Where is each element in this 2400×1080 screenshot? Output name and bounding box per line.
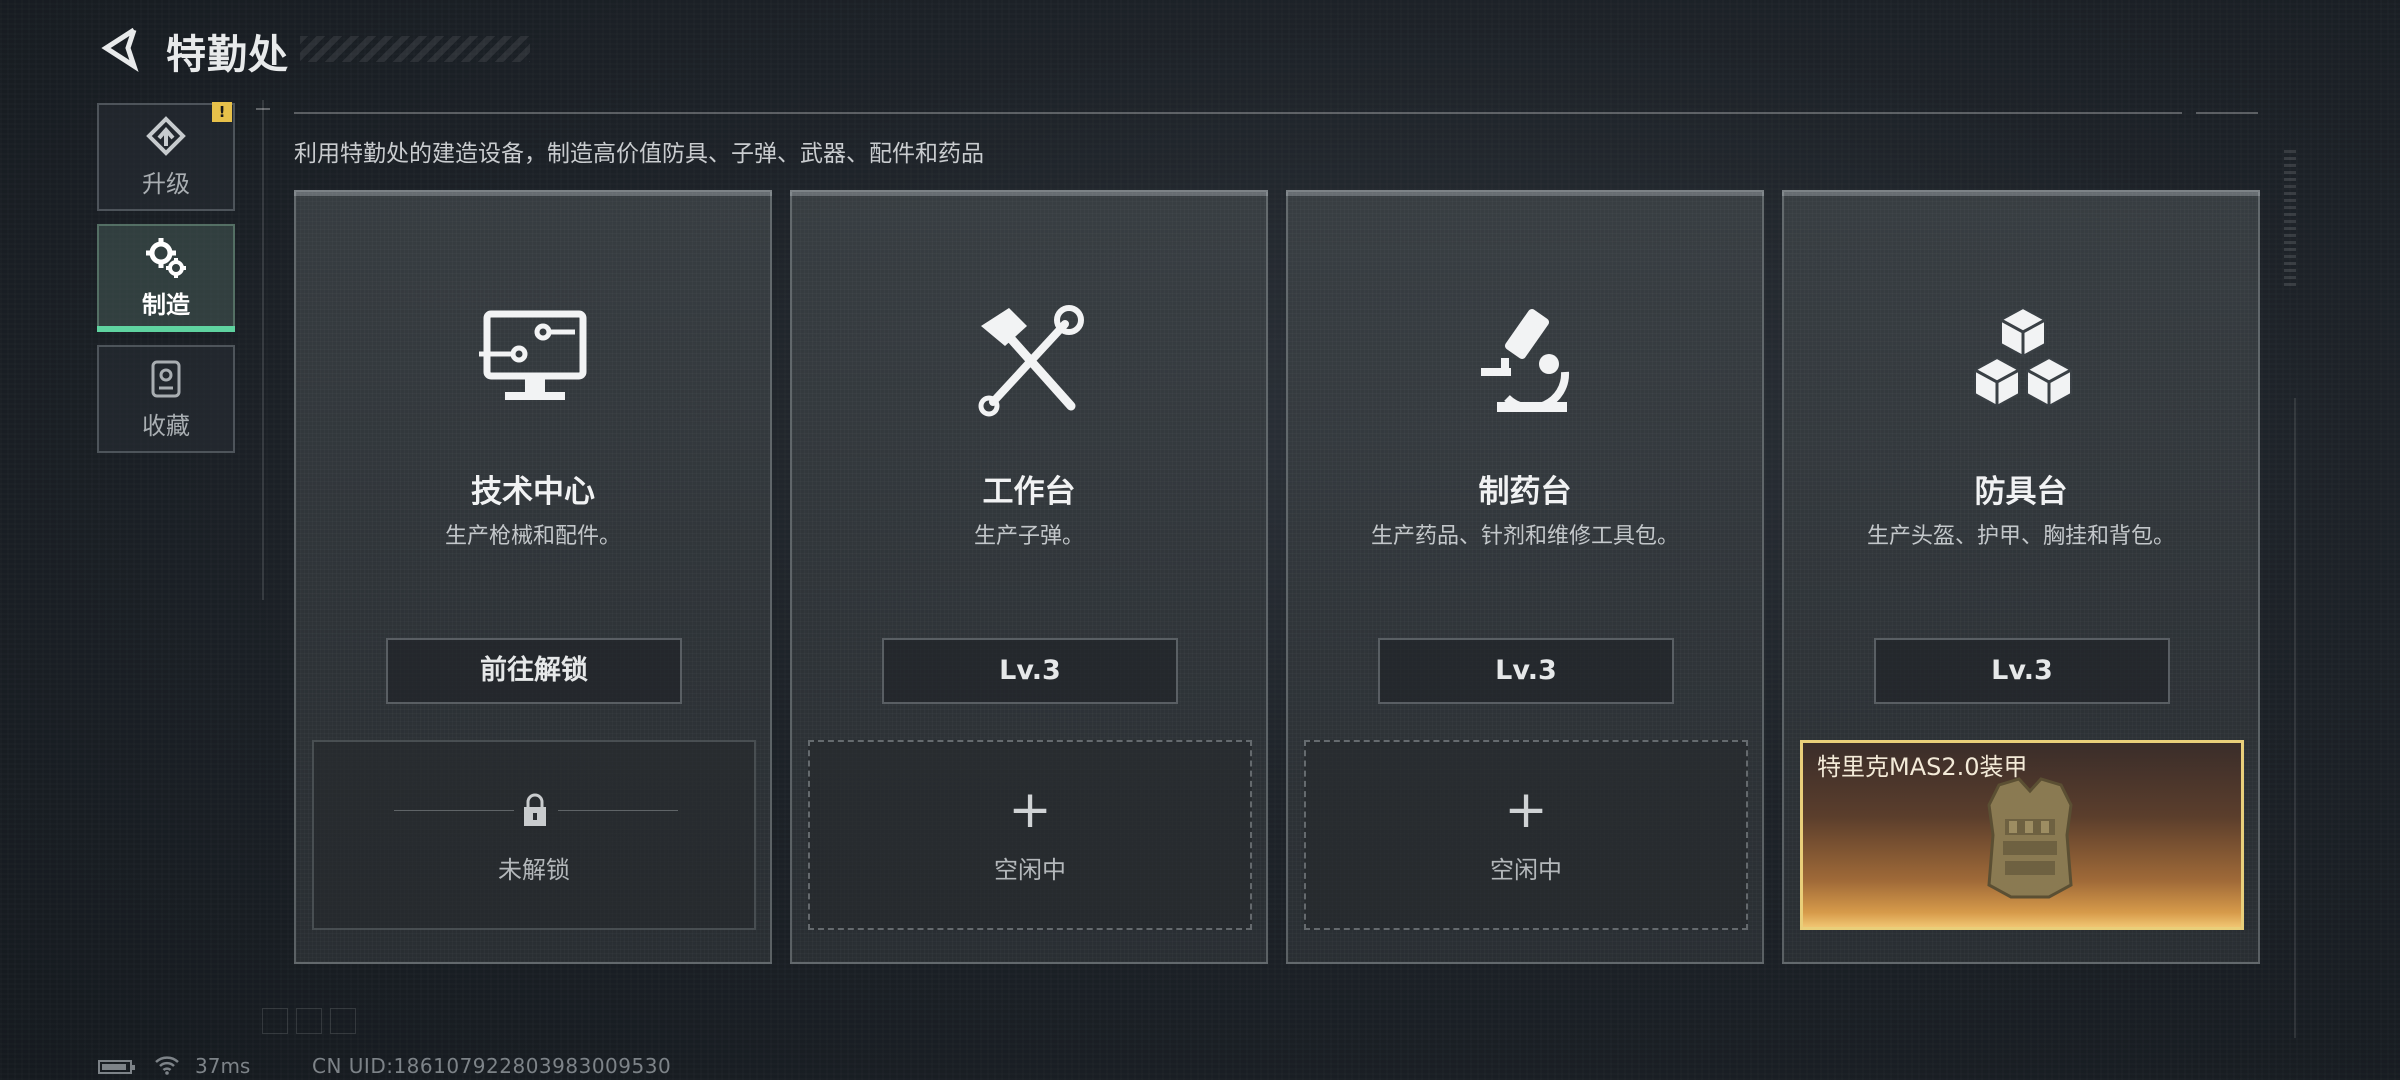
battery-icon bbox=[98, 1060, 135, 1074]
plus-icon: + bbox=[1504, 780, 1548, 840]
card-description: 生产子弹。 bbox=[973, 524, 1084, 549]
armor-vest-image bbox=[1987, 777, 2073, 899]
title-decoration bbox=[300, 36, 530, 62]
decoration bbox=[262, 1008, 364, 1038]
facility-card-armor-bench[interactable]: 防具台 生产头盔、护甲、胸挂和背包。 Lv.3 特里克MAS2.0装甲 bbox=[1782, 190, 2260, 964]
divider bbox=[262, 100, 264, 600]
card-title: 防具台 bbox=[1974, 474, 2068, 510]
facility-card-pharmacy[interactable]: 制药台 生产药品、针剂和维修工具包。 Lv.3 + 空闲中 bbox=[1286, 190, 1764, 964]
facility-card-workbench[interactable]: 工作台 生产子弹。 Lv.3 + 空闲中 bbox=[790, 190, 1268, 964]
user-uid: CN UID:186107922803983009530 bbox=[312, 1054, 672, 1078]
hammer-wrench-icon bbox=[978, 305, 1084, 417]
divider bbox=[256, 108, 270, 110]
page-description: 利用特勤处的建造设备，制造高价值防具、子弹、武器、配件和药品 bbox=[294, 141, 984, 167]
card-title: 制药台 bbox=[1478, 474, 1572, 510]
ping-value: 37ms bbox=[195, 1054, 251, 1078]
slot-status: 未解锁 bbox=[498, 856, 570, 884]
production-slot-idle[interactable]: + 空闲中 bbox=[1304, 740, 1748, 930]
computer-icon bbox=[479, 310, 587, 400]
level-button[interactable]: Lv.3 bbox=[1874, 638, 2170, 704]
card-description: 生产药品、针剂和维修工具包。 bbox=[1370, 524, 1679, 549]
wifi-icon bbox=[155, 1056, 179, 1075]
unlock-button[interactable]: 前往解锁 bbox=[386, 638, 682, 704]
divider bbox=[294, 112, 2182, 114]
collection-icon bbox=[151, 360, 181, 397]
active-indicator bbox=[97, 326, 235, 332]
divider bbox=[558, 810, 678, 811]
upgrade-icon bbox=[146, 115, 186, 156]
sidebar-item-label: 升级 bbox=[142, 169, 190, 198]
plus-icon: + bbox=[1008, 780, 1052, 840]
facility-card-tech-center[interactable]: 技术中心 生产枪械和配件。 前往解锁 未解锁 bbox=[294, 190, 772, 964]
divider bbox=[2294, 398, 2296, 1038]
card-title: 技术中心 bbox=[471, 474, 595, 510]
card-title: 工作台 bbox=[982, 474, 1076, 510]
back-arrow-icon[interactable] bbox=[98, 24, 146, 72]
divider bbox=[2196, 112, 2258, 114]
level-button[interactable]: Lv.3 bbox=[882, 638, 1178, 704]
slot-status: 空闲中 bbox=[994, 856, 1066, 884]
sidebar-item-collection[interactable]: 收藏 bbox=[97, 345, 235, 453]
level-button[interactable]: Lv.3 bbox=[1378, 638, 1674, 704]
lock-icon bbox=[524, 793, 546, 826]
card-description: 生产枪械和配件。 bbox=[444, 524, 621, 549]
divider bbox=[394, 810, 514, 811]
production-slot-idle[interactable]: + 空闲中 bbox=[808, 740, 1252, 930]
card-description: 生产头盔、护甲、胸挂和背包。 bbox=[1866, 524, 2175, 549]
sidebar-item-craft[interactable]: 制造 bbox=[97, 224, 235, 332]
microscope-icon bbox=[1481, 309, 1570, 412]
production-slot-locked: 未解锁 bbox=[312, 740, 756, 930]
sidebar-item-label: 收藏 bbox=[142, 411, 190, 440]
alert-badge: ! bbox=[212, 102, 232, 122]
cubes-icon bbox=[1974, 306, 2072, 408]
slot-status: 空闲中 bbox=[1490, 856, 1562, 884]
production-slot-in-progress[interactable]: 特里克MAS2.0装甲 bbox=[1800, 740, 2244, 930]
gear-icon bbox=[146, 237, 186, 278]
page-title: 特勤处 bbox=[166, 32, 289, 78]
decoration bbox=[2284, 150, 2296, 290]
sidebar-item-label: 制造 bbox=[142, 290, 190, 319]
